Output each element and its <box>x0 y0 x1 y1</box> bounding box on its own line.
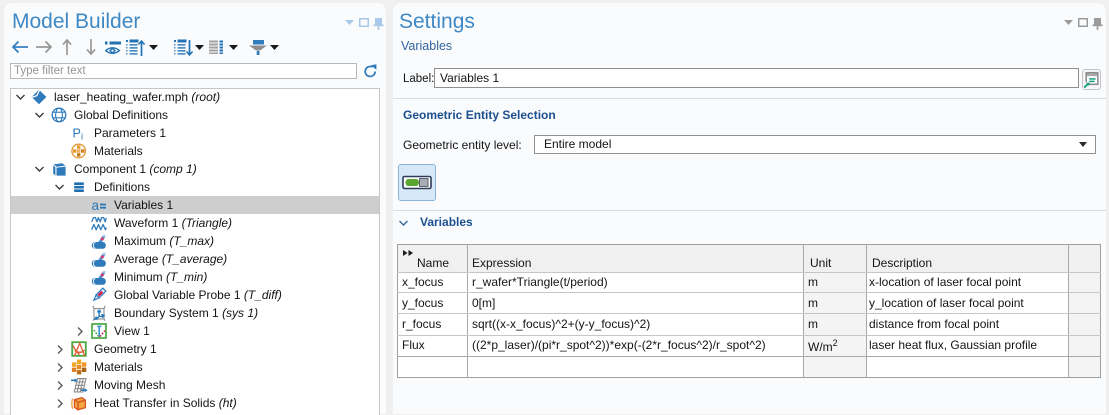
svg-text:a: a <box>92 198 100 213</box>
svg-text:i: i <box>81 132 83 142</box>
svg-text:P: P <box>73 127 81 141</box>
